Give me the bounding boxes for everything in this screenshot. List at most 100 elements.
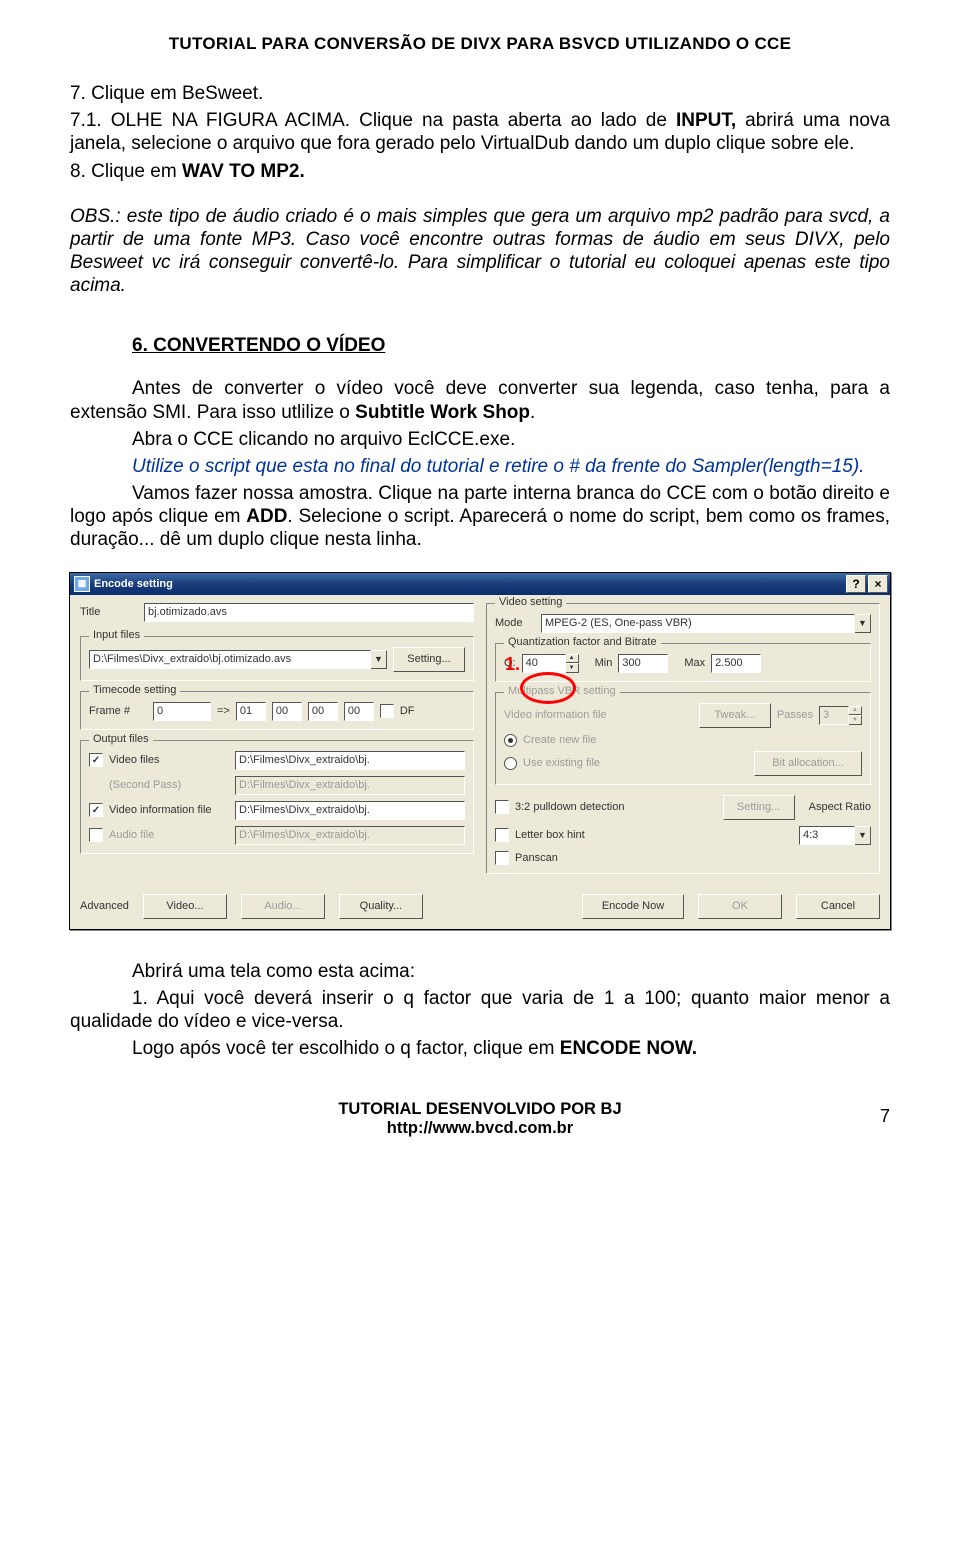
page-number: 7	[880, 1106, 890, 1127]
group-legend: Timecode setting	[89, 684, 180, 696]
max-label: Max	[684, 657, 705, 669]
use-existing-radio	[504, 757, 517, 770]
tc-field-3[interactable]: 00	[308, 702, 338, 721]
audio-file-path: D:\Filmes\Divx_extraido\bj.	[235, 826, 465, 845]
group-legend: Input files	[89, 629, 144, 641]
tc-field-2[interactable]: 00	[272, 702, 302, 721]
timecode-group: Timecode setting Frame # 0 => 01 00 00 0…	[80, 691, 474, 730]
help-button[interactable]: ?	[846, 575, 866, 593]
encode-setting-dialog: ▦ Encode setting ? × Title bj.otimizado.…	[69, 572, 891, 930]
advanced-label: Advanced	[80, 900, 129, 912]
passes-label: Passes	[777, 709, 813, 721]
keyword-wav-to-mp2: WAV TO MP2.	[182, 161, 305, 182]
chevron-down-icon[interactable]: ▼	[371, 650, 387, 669]
min-label: Min	[595, 657, 613, 669]
max-input[interactable]: 2.500	[711, 654, 761, 673]
cancel-button[interactable]: Cancel	[796, 894, 880, 919]
quality-button[interactable]: Quality...	[339, 894, 423, 919]
footer-line-2: http://www.bvcd.com.br	[70, 1119, 890, 1138]
letterbox-checkbox[interactable]	[495, 828, 509, 842]
create-new-label: Create new file	[523, 734, 596, 746]
app-icon: ▦	[74, 576, 90, 592]
step-7-1: 7.1. OLHE NA FIGURA ACIMA. Clique na pas…	[70, 109, 890, 155]
q-input[interactable]: 40	[522, 654, 566, 673]
passes-input: 3	[819, 706, 849, 725]
panscan-label: Panscan	[515, 852, 558, 864]
obs-paragraph: OBS.: este tipo de áudio criado é o mais…	[70, 205, 890, 298]
multipass-group: Multipass VBR setting Video information …	[495, 692, 871, 785]
tc-field-4[interactable]: 00	[344, 702, 374, 721]
video-files-checkbox[interactable]: ✓	[89, 753, 103, 767]
page-footer: TUTORIAL DESENVOLVIDO POR BJ http://www.…	[70, 1100, 890, 1138]
chevron-down-icon[interactable]: ▼	[855, 826, 871, 845]
text: .	[530, 402, 535, 423]
text: 7.1. OLHE NA FIGURA ACIMA. Clique na pas…	[70, 110, 676, 131]
input-file-field[interactable]: D:\Filmes\Divx_extraido\bj.otimizado.avs	[89, 650, 371, 669]
video-info-path[interactable]: D:\Filmes\Divx_extraido\bj.	[235, 801, 465, 820]
after-p1: Abrirá uma tela como esta acima:	[70, 960, 890, 983]
chevron-down-icon[interactable]: ▼	[855, 614, 871, 633]
df-checkbox[interactable]	[380, 704, 394, 718]
after-p3: Logo após você ter escolhido o q factor,…	[70, 1037, 890, 1060]
tweak-button: Tweak...	[699, 703, 771, 728]
group-legend: Video setting	[495, 596, 566, 608]
s6-p4: Vamos fazer nossa amostra. Clique na par…	[70, 482, 890, 552]
group-legend: Output files	[89, 733, 153, 745]
audio-file-checkbox[interactable]	[89, 828, 103, 842]
video-files-path[interactable]: D:\Filmes\Divx_extraido\bj.	[235, 751, 465, 770]
s6-p3: Utilize o script que esta no final do tu…	[70, 455, 890, 478]
min-input[interactable]: 300	[618, 654, 668, 673]
title-input[interactable]: bj.otimizado.avs	[144, 603, 474, 622]
output-files-group: Output files ✓ Video files D:\Filmes\Div…	[80, 740, 474, 854]
audio-button: Audio...	[241, 894, 325, 919]
dialog-title: Encode setting	[94, 578, 173, 590]
use-existing-label: Use existing file	[523, 757, 748, 769]
input-files-group: Input files D:\Filmes\Divx_extraido\bj.o…	[80, 636, 474, 681]
aspect-ratio-select[interactable]: 4:3	[799, 826, 855, 845]
page-header: TUTORIAL PARA CONVERSÃO DE DIVX PARA BSV…	[70, 34, 890, 54]
video-setting-group: Video setting Mode MPEG-2 (ES, One-pass …	[486, 603, 880, 874]
df-label: DF	[400, 705, 415, 717]
second-pass-label: (Second Pass)	[109, 779, 229, 791]
video-info-label: Video information file	[109, 804, 229, 816]
s6-p2: Abra o CCE clicando no arquivo EclCCE.ex…	[70, 428, 890, 451]
tc-field-1[interactable]: 01	[236, 702, 266, 721]
video-info-file-label: Video information file	[504, 709, 693, 721]
pulldown-checkbox[interactable]	[495, 800, 509, 814]
mode-label: Mode	[495, 617, 535, 629]
aspect-ratio-label: Aspect Ratio	[809, 801, 871, 813]
second-pass-path: D:\Filmes\Divx_extraido\bj.	[235, 776, 465, 795]
ok-button: OK	[698, 894, 782, 919]
titlebar[interactable]: ▦ Encode setting ? ×	[70, 573, 890, 595]
keyword-add: ADD	[246, 506, 287, 527]
create-new-radio	[504, 734, 517, 747]
annotation-number-1: 1.	[505, 654, 520, 675]
s6-p1: Antes de converter o vídeo você deve con…	[70, 377, 890, 423]
video-button[interactable]: Video...	[143, 894, 227, 919]
frame-label: Frame #	[89, 705, 147, 717]
frame-input[interactable]: 0	[153, 702, 211, 721]
section-6-title: 6. CONVERTENDO O VÍDEO	[70, 335, 890, 357]
step-8: 8. Clique em WAV TO MP2.	[70, 160, 890, 183]
video-files-label: Video files	[109, 754, 229, 766]
close-button[interactable]: ×	[868, 575, 888, 593]
title-label: Title	[80, 606, 138, 618]
keyword-input: INPUT,	[676, 110, 736, 131]
group-legend: Quantization factor and Bitrate	[504, 636, 661, 648]
annotation-circle-1	[520, 672, 576, 704]
keyword-encode-now: ENCODE NOW.	[560, 1038, 697, 1059]
text: Logo após você ter escolhido o q factor,…	[132, 1038, 560, 1059]
encode-now-button[interactable]: Encode Now	[582, 894, 684, 919]
video-info-checkbox[interactable]: ✓	[89, 803, 103, 817]
pulldown-label: 3:2 pulldown detection	[515, 801, 717, 813]
bit-allocation-button: Bit allocation...	[754, 751, 862, 776]
pulldown-setting-button: Setting...	[723, 795, 795, 820]
panscan-checkbox[interactable]	[495, 851, 509, 865]
input-setting-button[interactable]: Setting...	[393, 647, 465, 672]
q-spinner[interactable]: ▲▼	[566, 654, 579, 673]
letterbox-label: Letter box hint	[515, 829, 793, 841]
passes-spinner: ▲▼	[849, 706, 862, 725]
mode-select[interactable]: MPEG-2 (ES, One-pass VBR)	[541, 614, 855, 633]
after-p2: 1. Aqui você deverá inserir o q factor q…	[70, 987, 890, 1033]
text: 8. Clique em	[70, 161, 182, 182]
